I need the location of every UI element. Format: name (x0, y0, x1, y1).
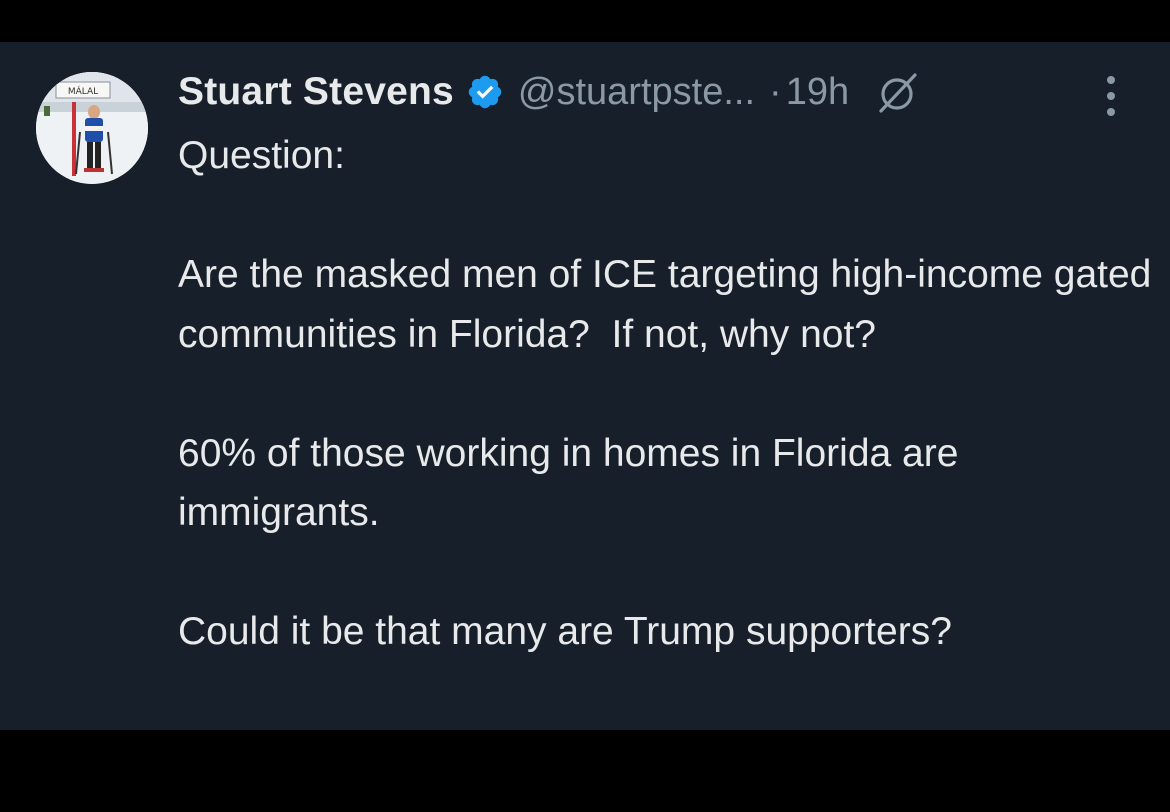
tweet-paragraph: Could it be that many are Trump supporte… (178, 610, 952, 653)
more-options-icon[interactable] (1098, 76, 1124, 116)
more-dot (1107, 92, 1115, 100)
separator-dot: · (769, 70, 782, 113)
avatar[interactable]: MÁLAL (36, 72, 148, 184)
bottom-area (0, 730, 1170, 812)
grok-icon[interactable] (875, 69, 921, 115)
tweet-header: Stuart Stevens @stuartpste... · 19h (178, 66, 921, 118)
tweet-paragraph: 60% of those working in homes in Florida… (178, 431, 970, 535)
avatar-photo: MÁLAL (36, 72, 148, 184)
tweet-paragraph: Question: (178, 134, 345, 177)
verified-badge-icon[interactable] (466, 73, 504, 111)
author-display-name[interactable]: Stuart Stevens (178, 70, 454, 114)
tweet-timestamp[interactable]: 19h (786, 71, 849, 114)
tweet-paragraph: Are the masked men of ICE targeting high… (178, 253, 1152, 356)
more-dot (1107, 108, 1115, 116)
author-handle[interactable]: @stuartpste... (518, 71, 755, 114)
tweet-body: Question: Are the masked men of ICE targ… (178, 126, 1153, 662)
avatar-sign-text: MÁLAL (68, 85, 98, 97)
more-dot (1107, 76, 1115, 84)
status-bar-area (0, 0, 1170, 42)
